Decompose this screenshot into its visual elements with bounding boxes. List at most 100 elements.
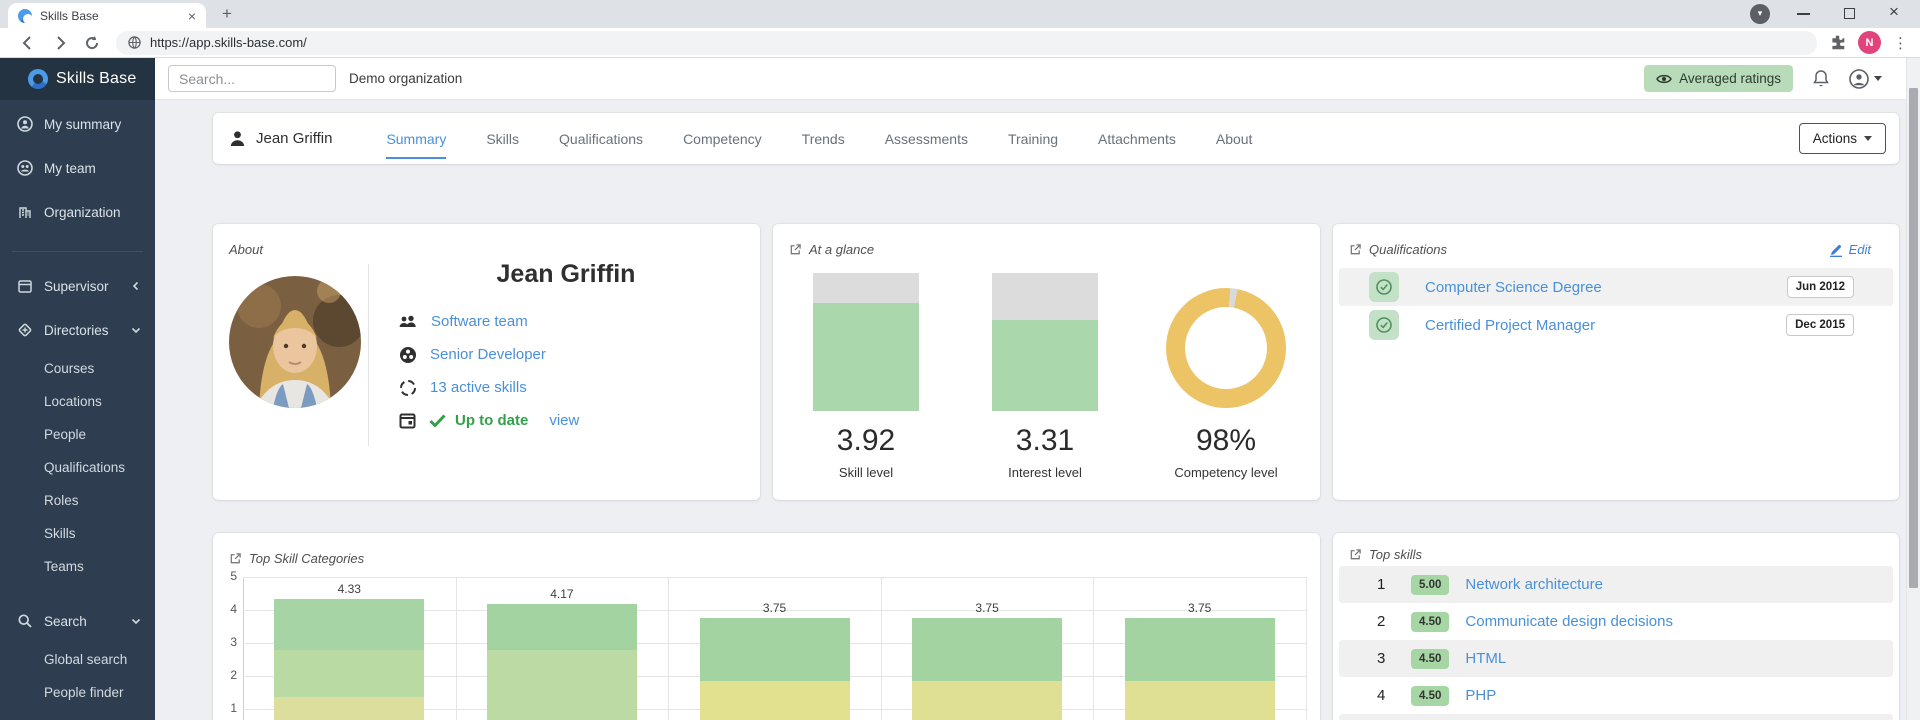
check-circle-icon <box>1376 317 1392 333</box>
sidebar-item-teams[interactable]: Teams <box>0 550 155 583</box>
chart-y-tick: 5 <box>230 569 237 583</box>
tab-attachments[interactable]: Attachments <box>1098 113 1176 164</box>
sidebar-item-skills[interactable]: Skills <box>0 517 155 550</box>
person-circle-icon <box>17 116 33 132</box>
skill-level-gauge: 3.92 Skill level <box>786 273 946 480</box>
gauge-bar <box>813 273 919 411</box>
window-minimize-button[interactable] <box>1797 13 1810 15</box>
popout-icon <box>1350 244 1361 255</box>
extensions-puzzle-icon[interactable] <box>1829 34 1846 51</box>
popout-icon <box>790 244 801 255</box>
tab-summary[interactable]: Summary <box>386 113 446 164</box>
skill-score-badge: 4.50 <box>1411 648 1450 669</box>
window-restore-button[interactable] <box>1844 8 1855 19</box>
sidebar-item-courses[interactable]: Courses <box>0 352 155 385</box>
active-skills-link[interactable]: 13 active skills <box>430 379 527 396</box>
about-name: Jean Griffin <box>496 260 636 288</box>
qualification-check-badge <box>1369 310 1399 340</box>
sidebar-item-qualifications[interactable]: Qualifications <box>0 451 155 484</box>
about-card-title: About <box>229 242 263 257</box>
actions-button[interactable]: Actions <box>1798 123 1886 154</box>
qualification-row: Computer Science Degree Jun 2012 <box>1339 268 1893 306</box>
qualification-check-badge <box>1369 272 1399 302</box>
skill-categories-plot: 5 4 3 2 1 4.33 4.17 3.75 3.75 3.75 <box>213 533 1320 720</box>
top-skill-categories-card: Top Skill Categories 5 4 3 2 1 4.33 4.17 3.75 3.… <box>213 533 1320 720</box>
forward-icon[interactable] <box>51 34 69 52</box>
tab-competency[interactable]: Competency <box>683 113 762 164</box>
user-menu[interactable] <box>1849 68 1882 89</box>
top-skills-title: Top skills <box>1349 547 1422 562</box>
eye-icon <box>1656 74 1673 83</box>
active-skills-icon <box>400 379 416 396</box>
skill-score-badge: 5.00 <box>1411 574 1450 595</box>
new-tab-button[interactable]: + <box>216 3 238 25</box>
status-row: Up to date view <box>385 404 747 437</box>
browser-tab-strip: Skills Base × + ▾ × <box>0 0 1920 28</box>
skill-link[interactable]: Communicate design decisions <box>1465 613 1673 630</box>
team-circle-icon <box>17 160 33 176</box>
tab-trends[interactable]: Trends <box>802 113 845 164</box>
notifications-bell-icon[interactable] <box>1812 69 1830 88</box>
browser-update-icon[interactable]: ▾ <box>1750 4 1770 24</box>
skill-link[interactable]: Network architecture <box>1465 576 1603 593</box>
tab-training[interactable]: Training <box>1008 113 1058 164</box>
sidebar-item-my-summary[interactable]: My summary <box>0 102 155 146</box>
qualification-link[interactable]: Computer Science Degree <box>1425 279 1602 296</box>
status-text: Up to date <box>455 412 529 429</box>
sidebar-item-directories[interactable]: Directories <box>0 308 155 352</box>
qualifications-card: Qualifications Edit Computer Science Deg… <box>1333 224 1899 500</box>
chart-bar-value: 3.75 <box>1188 601 1212 616</box>
tab-assessments[interactable]: Assessments <box>885 113 968 164</box>
sidebar-item-supervisor[interactable]: Supervisor <box>0 264 155 308</box>
browser-tab[interactable]: Skills Base × <box>8 3 206 28</box>
qualification-link[interactable]: Certified Project Manager <box>1425 317 1595 334</box>
browser-profile-avatar[interactable]: N <box>1858 31 1881 54</box>
sidebar-item-roles[interactable]: Roles <box>0 484 155 517</box>
chart-bar-segment <box>486 650 637 720</box>
brand[interactable]: Skills Base <box>0 58 155 100</box>
qualification-date-badge: Dec 2015 <box>1786 314 1854 336</box>
top-skills-card: Top skills 1 5.00 Network architecture 2… <box>1333 533 1899 720</box>
scrollbar-thumb[interactable] <box>1909 88 1918 588</box>
top-skill-row: 3 4.50 HTML <box>1339 640 1893 677</box>
chart-bar-segment <box>274 649 425 698</box>
back-icon[interactable] <box>19 34 37 52</box>
sidebar: Skills Base My summary My team Organizat… <box>0 58 155 720</box>
team-icon <box>399 315 416 327</box>
sidebar-item-people[interactable]: People <box>0 418 155 451</box>
top-skills-list: 1 5.00 Network architecture 2 4.50 Commu… <box>1339 566 1893 720</box>
sidebar-item-organization[interactable]: Organization <box>0 190 155 234</box>
tab-qualifications[interactable]: Qualifications <box>559 113 643 164</box>
view-link[interactable]: view <box>549 412 579 429</box>
chart-group-separator <box>1093 577 1095 720</box>
search-input[interactable] <box>168 65 336 92</box>
sidebar-item-global-search[interactable]: Global search <box>0 643 155 676</box>
chevron-left-icon <box>132 281 139 291</box>
app-topbar: Demo organization Averaged ratings <box>155 58 1906 100</box>
sidebar-item-people-finder[interactable]: People finder <box>0 676 155 709</box>
sidebar-item-locations[interactable]: Locations <box>0 385 155 418</box>
reload-icon[interactable] <box>83 34 101 52</box>
team-link[interactable]: Software team <box>431 313 528 330</box>
person-icon <box>230 131 245 146</box>
sidebar-item-search[interactable]: Search <box>0 599 155 643</box>
chart-bar-segment <box>912 618 1063 681</box>
role-link[interactable]: Senior Developer <box>430 346 546 363</box>
skill-link[interactable]: PHP <box>1465 687 1496 704</box>
chart-bar-segment <box>699 618 850 681</box>
chart-y-tick: 3 <box>230 635 237 649</box>
averaged-ratings-button[interactable]: Averaged ratings <box>1644 65 1793 92</box>
globe-icon <box>128 36 141 49</box>
edit-qualifications-link[interactable]: Edit <box>1829 242 1871 257</box>
window-close-button[interactable]: × <box>1889 2 1899 22</box>
tab-skills[interactable]: Skills <box>486 113 519 164</box>
chevron-down-icon <box>131 618 141 625</box>
tab-close-icon[interactable]: × <box>188 9 196 23</box>
tab-about[interactable]: About <box>1216 113 1253 164</box>
browser-menu-icon[interactable]: ⋮ <box>1893 34 1908 52</box>
sidebar-item-my-team[interactable]: My team <box>0 146 155 190</box>
skill-link[interactable]: HTML <box>1465 650 1506 667</box>
top-skill-row-clipped <box>1339 714 1893 720</box>
url-field[interactable]: https://app.skills-base.com/ <box>116 30 1817 55</box>
qualifications-list: Computer Science Degree Jun 2012 Certifi… <box>1339 268 1893 344</box>
